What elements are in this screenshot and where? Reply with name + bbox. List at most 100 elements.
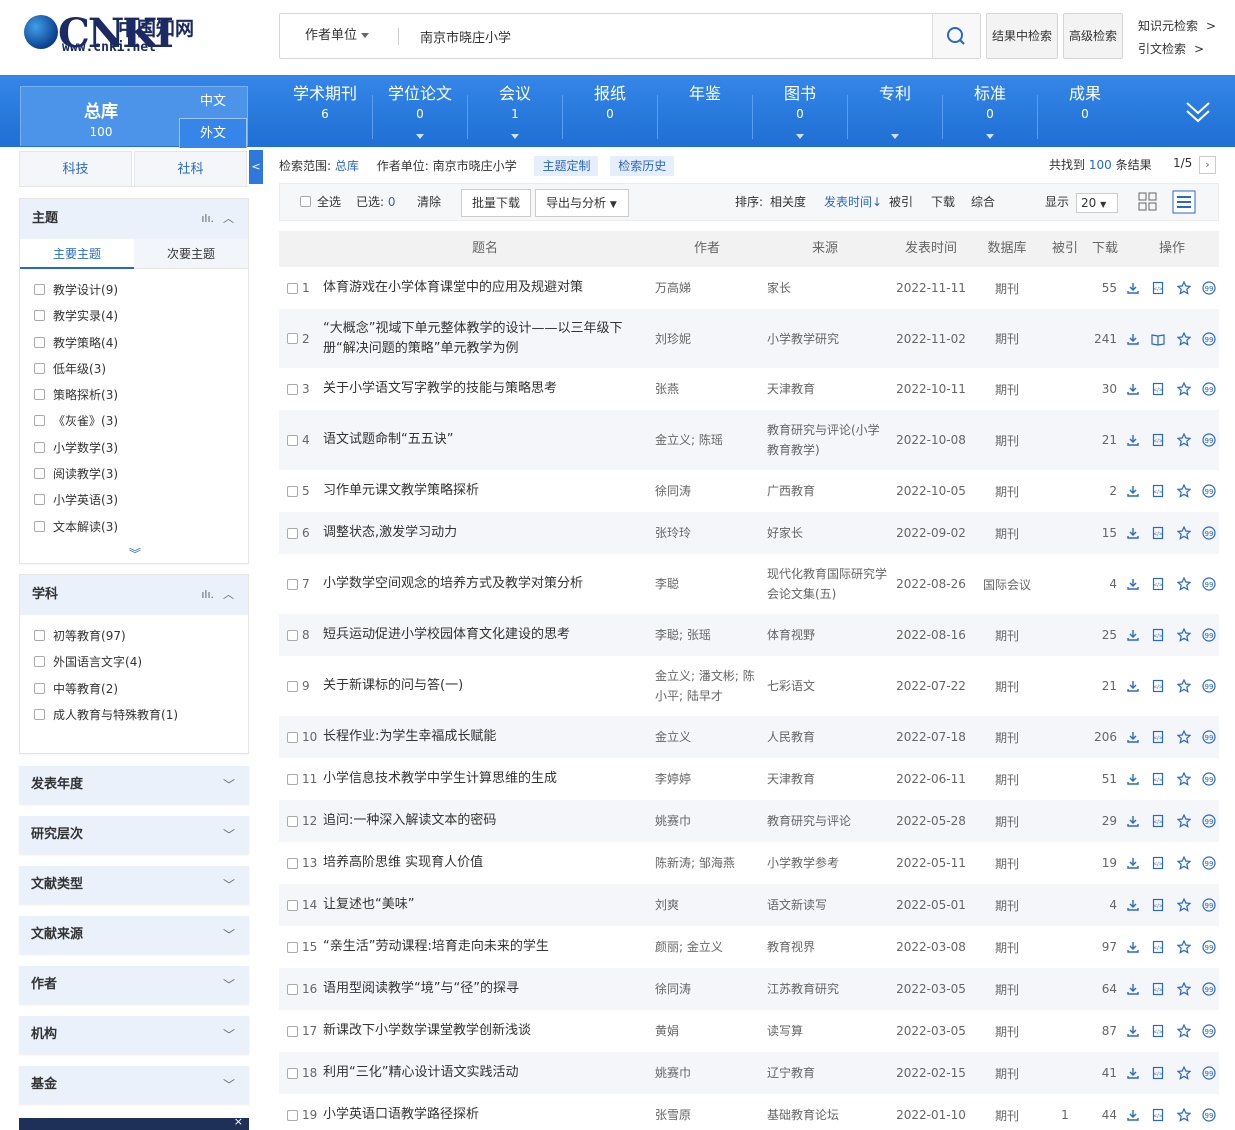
result-source[interactable]: 家长	[767, 267, 889, 309]
result-source[interactable]: 语文新读写	[767, 884, 889, 926]
result-author[interactable]: 张玲玲	[655, 512, 763, 554]
topic-facet-header[interactable]: 主题 ılı. ︿	[20, 199, 248, 239]
result-title-link[interactable]: 追问:一种深入解读文本的密码	[323, 800, 653, 842]
book-read-icon[interactable]	[1151, 332, 1165, 346]
html-read-icon[interactable]: </>	[1151, 982, 1165, 996]
result-author[interactable]: 姚赛巾	[655, 800, 763, 842]
download-icon[interactable]	[1126, 940, 1140, 954]
star-icon[interactable]	[1176, 432, 1192, 447]
search-button[interactable]	[932, 14, 980, 58]
checkbox[interactable]	[287, 899, 298, 911]
download-icon[interactable]	[1126, 577, 1140, 591]
html-read-icon[interactable]: </>	[1151, 1108, 1165, 1122]
download-icon[interactable]	[1126, 382, 1140, 396]
checkbox[interactable]	[34, 284, 45, 295]
result-title-link[interactable]: 关于新课标的问与答(一)	[323, 656, 653, 716]
quote-icon[interactable]: 99	[1202, 382, 1216, 396]
facet-item[interactable]: 教学策略(4)	[34, 330, 248, 356]
html-read-icon[interactable]: </>	[1151, 856, 1165, 870]
download-icon[interactable]	[1126, 856, 1140, 870]
download-icon[interactable]	[1126, 433, 1140, 447]
quote-icon[interactable]: 99	[1202, 940, 1216, 954]
expand-more-icon[interactable]: ︾	[20, 545, 250, 562]
download-icon[interactable]	[1126, 772, 1140, 786]
result-source[interactable]: 人民教育	[767, 716, 889, 758]
html-read-icon[interactable]: </>	[1151, 433, 1165, 447]
result-author[interactable]: 李聪	[655, 554, 763, 614]
html-read-icon[interactable]: </>	[1151, 898, 1165, 912]
result-source[interactable]: 天津教育	[767, 758, 889, 800]
download-icon[interactable]	[1126, 1024, 1140, 1038]
lang-zh-tab[interactable]: 中文	[179, 87, 247, 117]
html-read-icon[interactable]: </>	[1151, 814, 1165, 828]
checkbox[interactable]	[34, 468, 45, 480]
result-author[interactable]: 陈新涛; 邹海燕	[655, 842, 763, 884]
quote-icon[interactable]: 99	[1202, 526, 1216, 540]
page-size-select[interactable]: 20 ▼	[1076, 193, 1118, 213]
download-icon[interactable]	[1126, 679, 1140, 693]
result-source[interactable]: 教育研究与评论(小学教育教学)	[767, 410, 889, 470]
facet-author[interactable]: 作者 ﹀	[19, 966, 249, 1004]
checkbox[interactable]	[34, 389, 45, 401]
checkbox[interactable]	[34, 682, 45, 694]
quote-icon[interactable]: 99	[1202, 982, 1216, 996]
advanced-search-button[interactable]: 高级检索	[1063, 13, 1123, 59]
checkbox[interactable]	[287, 527, 298, 539]
facet-source[interactable]: 文献来源 ﹀	[19, 916, 249, 954]
quote-icon[interactable]: 99	[1202, 628, 1216, 642]
result-author[interactable]: 刘珍妮	[655, 309, 763, 368]
quote-icon[interactable]: 99	[1202, 281, 1216, 295]
chart-icon[interactable]: ılı.	[201, 199, 214, 239]
quote-icon[interactable]: 99	[1202, 1066, 1216, 1080]
star-icon[interactable]	[1176, 855, 1192, 870]
search-input[interactable]	[420, 24, 920, 48]
result-title-link[interactable]: 小学信息技术教学中学生计算思维的生成	[323, 758, 653, 800]
download-icon[interactable]	[1126, 281, 1140, 295]
checkbox[interactable]	[34, 415, 45, 427]
html-read-icon[interactable]: </>	[1151, 730, 1165, 744]
quote-icon[interactable]: 99	[1202, 1024, 1216, 1038]
star-icon[interactable]	[1176, 381, 1192, 396]
list-view-icon[interactable]	[1172, 190, 1196, 214]
checkbox[interactable]	[287, 941, 298, 953]
html-read-icon[interactable]: </>	[1151, 940, 1165, 954]
chevron-up-icon[interactable]: ︿	[223, 575, 234, 615]
checkbox[interactable]	[287, 282, 298, 294]
facet-doc-type[interactable]: 文献类型 ﹀	[19, 866, 249, 904]
download-icon[interactable]	[1126, 1066, 1140, 1080]
result-source[interactable]: 基础教育论坛	[767, 1094, 889, 1130]
html-read-icon[interactable]: </>	[1151, 628, 1165, 642]
star-icon[interactable]	[1176, 1107, 1192, 1122]
result-title-link[interactable]: 语文试题命制“五五诀”	[323, 410, 653, 470]
html-read-icon[interactable]: </>	[1151, 526, 1165, 540]
export-analysis-button[interactable]: 导出与分析 ▼	[535, 189, 629, 217]
star-icon[interactable]	[1176, 981, 1192, 996]
facet-item[interactable]: 教学设计(9)	[34, 277, 248, 303]
checkbox[interactable]	[287, 485, 298, 497]
result-title-link[interactable]: 短兵运动促进小学校园体育文化建设的思考	[323, 614, 653, 656]
search-within-button[interactable]: 结果中检索	[986, 13, 1058, 59]
result-source[interactable]: 教育视界	[767, 926, 889, 968]
clear-button[interactable]: 清除	[417, 184, 441, 220]
html-read-icon[interactable]: </>	[1151, 1024, 1165, 1038]
star-icon[interactable]	[1176, 576, 1192, 591]
tab-secondary-topic[interactable]: 次要主题	[134, 239, 248, 269]
result-title-link[interactable]: 新课改下小学数学课堂教学创新浅谈	[323, 1010, 653, 1052]
star-icon[interactable]	[1176, 678, 1192, 693]
checkbox[interactable]	[287, 333, 298, 344]
tab-patents[interactable]: 专利	[848, 85, 942, 141]
html-read-icon[interactable]: </>	[1151, 281, 1165, 295]
result-source[interactable]: 广西教育	[767, 470, 889, 512]
chevron-up-icon[interactable]: ︿	[223, 199, 234, 239]
quote-icon[interactable]: 99	[1202, 1108, 1216, 1122]
result-title-link[interactable]: 培养高阶思维 实现育人价值	[323, 842, 653, 884]
html-read-icon[interactable]: </>	[1151, 772, 1165, 786]
topic-custom-button[interactable]: 主题定制	[534, 156, 599, 176]
result-author[interactable]: 徐同涛	[655, 470, 763, 512]
result-source[interactable]: 好家长	[767, 512, 889, 554]
sort-cited[interactable]: 被引	[889, 184, 913, 220]
facet-item[interactable]: 小学数学(3)	[34, 435, 248, 461]
result-title-link[interactable]: 习作单元课文教学策略探析	[323, 470, 653, 512]
sort-date[interactable]: 发表时间↓	[824, 184, 882, 220]
subject-facet-header[interactable]: 学科 ılı. ︿	[20, 575, 248, 615]
